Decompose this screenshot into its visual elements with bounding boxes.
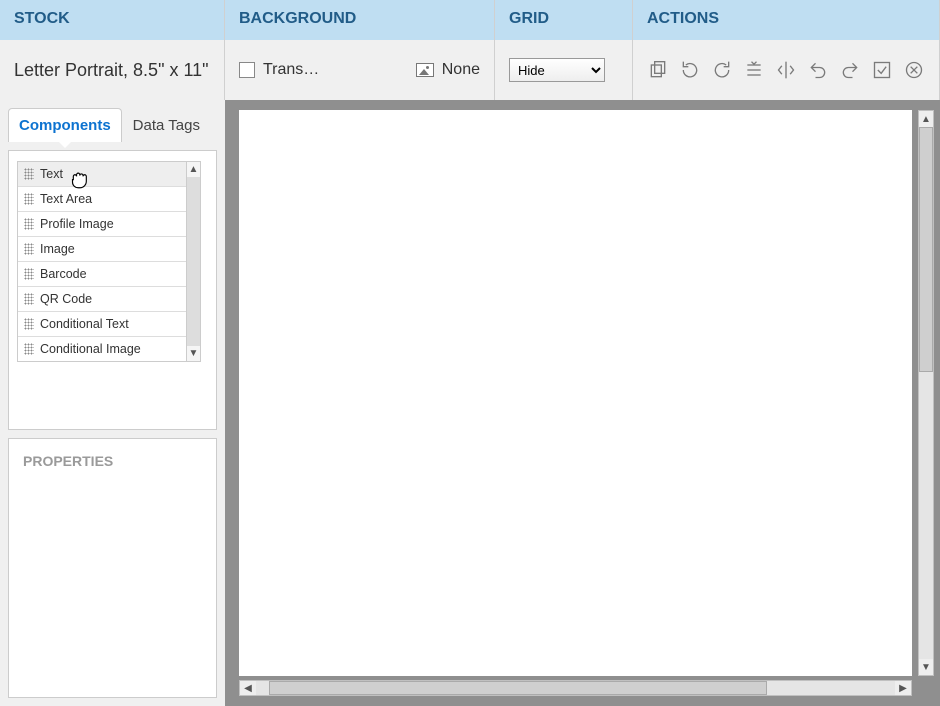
component-item-qr-code[interactable]: QR Code (18, 287, 186, 312)
properties-panel: PROPERTIES (8, 438, 217, 698)
component-label: Text Area (40, 192, 92, 206)
scroll-track[interactable] (187, 177, 200, 346)
component-label: Barcode (40, 267, 87, 281)
components-panel: Text Text Area Profile Image Image Barco… (8, 150, 217, 430)
canvas-page[interactable] (239, 110, 912, 676)
grip-icon (24, 168, 34, 180)
vertical-scrollbar[interactable]: ▲ ▼ (918, 110, 934, 676)
redo-icon[interactable] (839, 59, 861, 81)
checkbox-icon (239, 62, 255, 78)
component-item-conditional-image[interactable]: Conditional Image (18, 337, 186, 361)
grip-icon (24, 293, 34, 305)
component-label: Conditional Image (40, 342, 141, 356)
component-item-barcode[interactable]: Barcode (18, 262, 186, 287)
rotate-right-icon[interactable] (711, 59, 733, 81)
scroll-down-icon[interactable]: ▼ (189, 346, 199, 361)
component-label: QR Code (40, 292, 92, 306)
cancel-icon[interactable] (903, 59, 925, 81)
copy-icon[interactable] (647, 59, 669, 81)
stock-value[interactable]: Letter Portrait, 8.5" x 11" (14, 60, 209, 81)
flip-icon[interactable] (775, 59, 797, 81)
section-actions: ACTIONS (633, 0, 940, 100)
scroll-up-icon[interactable]: ▲ (919, 111, 933, 127)
tab-data-tags[interactable]: Data Tags (122, 108, 211, 142)
sidebar-tabs: Components Data Tags (8, 108, 217, 142)
actions-header: ACTIONS (633, 0, 939, 40)
background-image-label: None (442, 61, 480, 79)
component-item-text[interactable]: Text (18, 162, 186, 187)
background-header: BACKGROUND (225, 0, 494, 40)
grip-icon (24, 318, 34, 330)
grip-icon (24, 218, 34, 230)
component-label: Conditional Text (40, 317, 129, 331)
horizontal-scrollbar[interactable]: ◀ ▶ (239, 680, 912, 696)
properties-header: PROPERTIES (23, 453, 202, 469)
align-icon[interactable] (743, 59, 765, 81)
section-grid: GRID Hide (495, 0, 633, 100)
scroll-up-icon[interactable]: ▲ (189, 162, 199, 177)
component-label: Text (40, 167, 63, 181)
rotate-left-icon[interactable] (679, 59, 701, 81)
scroll-right-icon[interactable]: ▶ (895, 681, 911, 695)
topbar: STOCK Letter Portrait, 8.5" x 11" BACKGR… (0, 0, 940, 100)
component-item-image[interactable]: Image (18, 237, 186, 262)
tab-components[interactable]: Components (8, 108, 122, 142)
grid-header: GRID (495, 0, 632, 40)
component-item-conditional-text[interactable]: Conditional Text (18, 312, 186, 337)
image-icon (416, 63, 434, 77)
background-image-picker[interactable]: None (416, 61, 480, 79)
component-label: Profile Image (40, 217, 114, 231)
grip-icon (24, 193, 34, 205)
component-item-profile-image[interactable]: Profile Image (18, 212, 186, 237)
scroll-thumb[interactable] (919, 127, 933, 372)
grid-select[interactable]: Hide (509, 58, 605, 82)
components-scrollbar[interactable]: ▲ ▼ (187, 161, 201, 362)
grip-icon (24, 268, 34, 280)
stock-header: STOCK (0, 0, 224, 40)
scroll-left-icon[interactable]: ◀ (240, 681, 256, 695)
section-stock: STOCK Letter Portrait, 8.5" x 11" (0, 0, 225, 100)
transparency-toggle[interactable]: Trans… (239, 61, 319, 79)
canvas-area: ▲ ▼ ◀ ▶ (225, 100, 940, 706)
components-list: Text Text Area Profile Image Image Barco… (17, 161, 187, 362)
grip-icon (24, 243, 34, 255)
scroll-down-icon[interactable]: ▼ (919, 659, 933, 675)
sidebar: Components Data Tags Text Text Area Prof… (0, 100, 225, 706)
component-item-text-area[interactable]: Text Area (18, 187, 186, 212)
grip-icon (24, 343, 34, 355)
scroll-thumb[interactable] (269, 681, 767, 695)
confirm-icon[interactable] (871, 59, 893, 81)
transparency-label: Trans… (263, 61, 319, 79)
component-label: Image (40, 242, 75, 256)
main: Components Data Tags Text Text Area Prof… (0, 100, 940, 706)
undo-icon[interactable] (807, 59, 829, 81)
section-background: BACKGROUND Trans… None (225, 0, 495, 100)
